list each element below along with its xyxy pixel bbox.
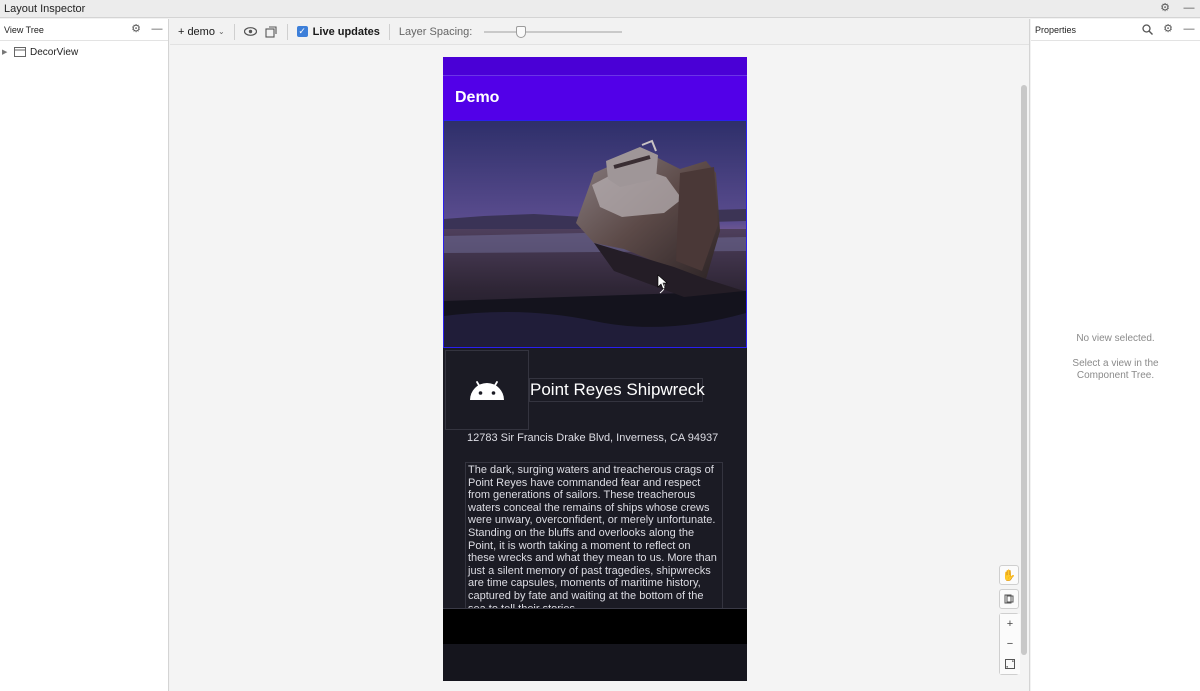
window-title: Layout Inspector [4, 2, 86, 15]
minimize-icon[interactable]: — [1182, 2, 1196, 16]
layer-spacing-label: Layer Spacing: [398, 25, 473, 38]
place-details[interactable]: Point Reyes Shipwreck 12783 Sir Francis … [443, 348, 747, 644]
device-screen[interactable]: Demo Point Reyes Shipwreck 12783 Sir Fra… [443, 57, 747, 681]
place-address[interactable]: 12783 Sir Francis Drake Blvd, Inverness,… [467, 432, 718, 444]
minus-icon[interactable]: − [1000, 634, 1020, 654]
toggle-3d-icon[interactable] [999, 589, 1019, 609]
properties-empty-state: No view selected. Select a view in the C… [1031, 333, 1200, 382]
empty-state-line: Component Tree. [1076, 370, 1155, 381]
gear-icon[interactable]: ⚙ [1158, 2, 1172, 16]
view-tree-title: View Tree [4, 24, 44, 35]
slider-thumb[interactable] [516, 25, 527, 38]
live-updates-checkbox[interactable]: ✓ Live updates [296, 25, 380, 38]
gear-icon[interactable]: ⚙ [1161, 23, 1175, 37]
plus-icon[interactable]: + [1000, 614, 1020, 634]
eye-icon[interactable] [244, 25, 258, 39]
empty-state-line: No view selected. [1076, 333, 1155, 344]
shipwreck-photo [444, 121, 746, 347]
plus-icon: + [178, 25, 185, 38]
status-bar[interactable] [443, 57, 747, 76]
checkbox-checked-icon[interactable]: ✓ [296, 26, 308, 37]
tree-item-decorview[interactable]: ▶ DecorView [0, 44, 168, 60]
properties-panel: Properties ⚙ — No view selected. Select … [1031, 19, 1200, 691]
slider-track[interactable] [484, 30, 623, 33]
minimize-icon[interactable]: — [150, 23, 164, 37]
layout-canvas-panel: + demo ⌄ ✓ Live updates Layer Spacing: D… [170, 19, 1030, 691]
canvas-scrollbar[interactable] [1021, 85, 1027, 655]
properties-title: Properties [1035, 24, 1077, 35]
android-icon[interactable] [445, 350, 529, 430]
view-icon [13, 45, 27, 59]
fit-screen-icon[interactable] [1000, 654, 1020, 674]
process-label: demo [187, 25, 215, 38]
place-description[interactable]: The dark, surging waters and treacherous… [465, 462, 723, 619]
navigation-bar[interactable] [443, 608, 747, 644]
properties-header: Properties ⚙ — [1031, 19, 1200, 41]
live-updates-label: Live updates [312, 25, 380, 38]
toolbar-divider [286, 23, 288, 40]
app-bar[interactable]: Demo [443, 76, 747, 120]
window-titlebar: Layout Inspector ⚙ — [0, 0, 1200, 18]
toolbar-divider [388, 23, 390, 40]
tree-item-label: DecorView [30, 46, 79, 58]
gear-icon[interactable]: ⚙ [129, 23, 143, 37]
hand-icon[interactable]: ✋ [999, 565, 1019, 585]
toolbar-divider [233, 23, 235, 40]
app-title: Demo [455, 89, 500, 106]
canvas-zoom-tools: ✋ + − [999, 565, 1020, 675]
empty-state-line: Select a view in the [1072, 358, 1159, 369]
hero-image[interactable] [443, 120, 747, 348]
process-selector[interactable]: + demo ⌄ [178, 26, 225, 38]
inspector-toolbar: + demo ⌄ ✓ Live updates Layer Spacing: [170, 19, 1029, 45]
expand-caret-icon[interactable]: ▶ [2, 48, 10, 56]
chevron-down-icon: ⌄ [217, 27, 225, 36]
place-title[interactable]: Point Reyes Shipwreck [529, 378, 705, 402]
view-tree-panel: View Tree ⚙ — ▶ DecorView [0, 19, 169, 691]
search-icon[interactable] [1140, 23, 1154, 37]
view-tree-header: View Tree ⚙ — [0, 19, 168, 41]
zoom-group: + − [999, 613, 1020, 675]
minimize-icon[interactable]: — [1182, 23, 1196, 37]
layer-spacing-slider[interactable] [484, 25, 623, 38]
export-icon[interactable] [264, 25, 278, 39]
